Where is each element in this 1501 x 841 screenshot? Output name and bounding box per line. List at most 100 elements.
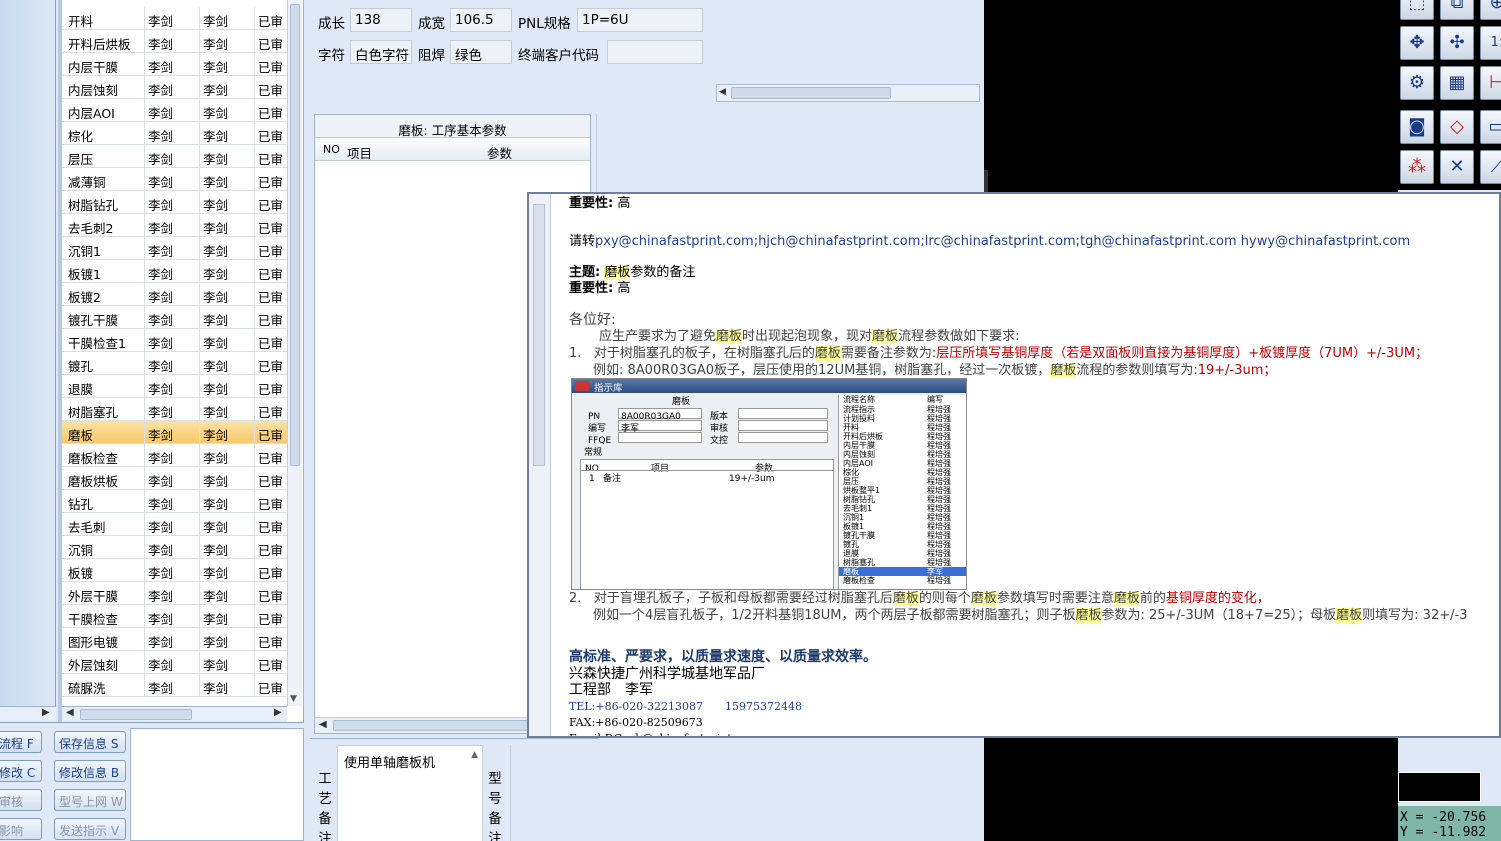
flow-button[interactable]: 流程 F — [0, 731, 42, 753]
process-row[interactable]: 层压 李剑 李剑 已审 — [62, 145, 288, 168]
column-divider — [254, 30, 255, 53]
settings-tool-icon[interactable]: ⚙ — [1400, 66, 1434, 100]
impact-button[interactable]: 影响 — [0, 818, 42, 840]
scroll-up-arrow-icon[interactable]: ▲ — [471, 750, 478, 760]
process-row[interactable]: 钻孔 李剑 李剑 已审 — [62, 490, 288, 513]
delete-tool-icon[interactable]: ✕ — [1440, 150, 1474, 184]
process-row[interactable]: 去毛刺2 李剑 李剑 已审 — [62, 214, 288, 237]
process-row[interactable]: 沉铜1 李剑 李剑 已审 — [62, 237, 288, 260]
node-tool-icon[interactable]: ⁂ — [1400, 150, 1434, 184]
process-row[interactable]: 镀孔 李剑 李剑 已审 — [62, 352, 288, 375]
scroll-right-arrow-icon[interactable]: ▶ — [42, 707, 50, 718]
process-row[interactable]: 棕化 李剑 李剑 已审 — [62, 122, 288, 145]
process-list-hscrollbar[interactable]: ◀ ▶ — [62, 706, 287, 722]
process-row[interactable]: 磨板检查 李剑 李剑 已审 — [62, 444, 288, 467]
embed-doc-field — [738, 432, 828, 443]
process-row[interactable]: 外层干膜 李剑 李剑 已审 — [62, 582, 288, 605]
process-row[interactable]: 磨板烘板 李剑 李剑 已审 — [62, 467, 288, 490]
process-row[interactable]: 树脂钻孔 李剑 李剑 已审 — [62, 191, 288, 214]
zoom-tool-icon[interactable]: ⊕ — [1480, 0, 1501, 20]
fit-view-icon[interactable]: ✥ — [1400, 26, 1434, 60]
process-list-vscrollbar[interactable]: ▼ — [287, 0, 302, 706]
measure-tool-icon[interactable]: ⊢ — [1480, 66, 1501, 100]
process-row[interactable]: 退膜 李剑 李剑 已审 — [62, 375, 288, 398]
process-row[interactable]: 干膜检查 李剑 李剑 已审 — [62, 605, 288, 628]
modify-button[interactable]: 修改 C — [0, 760, 42, 782]
scroll-thumb[interactable] — [80, 709, 192, 720]
grow-length-field[interactable]: 138 — [350, 8, 412, 32]
send-instruction-button[interactable]: 发送指示 V — [54, 818, 126, 840]
column-divider — [199, 145, 200, 168]
writer-cell: 李剑 — [148, 635, 174, 650]
pan-view-icon[interactable]: ✣ — [1440, 26, 1474, 60]
save-info-button[interactable]: 保存信息 S — [54, 731, 126, 753]
ruler-tool-icon[interactable]: ▭ — [1480, 110, 1501, 144]
process-row[interactable]: 开料 李剑 李剑 已审 — [62, 7, 288, 30]
audit-button[interactable]: 审核 — [0, 789, 42, 811]
writer-cell: 李剑 — [148, 336, 174, 351]
process-remark-input[interactable]: 使用单轴磨板机 ▲ — [337, 745, 483, 841]
subject-line: 主题: 磨板参数的备注 — [569, 265, 696, 280]
process-row[interactable]: 板镀2 李剑 李剑 已审 — [62, 283, 288, 306]
left-strip-scrollbar[interactable]: ▶ — [0, 706, 56, 722]
process-row[interactable]: 干膜检查1 李剑 李剑 已审 — [62, 329, 288, 352]
customer-code-field[interactable] — [607, 40, 703, 64]
process-row[interactable]: 内层干膜 李剑 李剑 已审 — [62, 53, 288, 76]
scroll-left-arrow-icon[interactable]: ◀ — [66, 707, 74, 718]
solder-mask-field[interactable]: 绿色 — [450, 40, 512, 64]
process-row[interactable]: 去毛刺 李剑 李剑 已审 — [62, 513, 288, 536]
process-row[interactable]: 图形电镀 李剑 李剑 已审 — [62, 628, 288, 651]
grow-length-label: 成长 — [318, 16, 345, 32]
column-divider — [144, 674, 145, 697]
column-divider — [144, 99, 145, 122]
model-online-button[interactable]: 型号上网 W — [54, 789, 126, 811]
modify-info-button[interactable]: 修改信息 B — [54, 760, 126, 782]
form-hscrollbar[interactable]: ◀ — [716, 84, 980, 102]
process-row[interactable]: 镀孔干膜 李剑 李剑 已审 — [62, 306, 288, 329]
process-name: 开料后烘板 — [68, 37, 131, 52]
scroll-thumb[interactable] — [533, 204, 545, 466]
scroll-thumb[interactable] — [290, 4, 300, 466]
recipients-links[interactable]: pxy@chinafastprint.com;hjch@chinafastpri… — [595, 234, 1410, 249]
signature-email[interactable]: Email:DGzub@chinafastprint.com — [569, 730, 758, 736]
model-remark-input[interactable] — [510, 745, 598, 841]
process-row[interactable]: 树脂塞孔 李剑 李剑 已审 — [62, 398, 288, 421]
auditor-cell: 李剑 — [203, 37, 229, 52]
scale-tool-icon[interactable]: 1: — [1480, 26, 1501, 60]
email-preview-window[interactable]: 重要性: 高 请转pxy@chinafastprint.com;hjch@chi… — [527, 192, 1501, 738]
edit-shape-icon[interactable]: ◇ — [1440, 110, 1474, 144]
move-tool-icon[interactable]: ⬚ — [1400, 0, 1434, 20]
cam-minimap[interactable] — [1398, 772, 1481, 802]
process-row[interactable]: 板镀 李剑 李剑 已审 — [62, 559, 288, 582]
character-field[interactable]: 白色字符 — [350, 40, 412, 64]
scroll-down-arrow-icon[interactable]: ▼ — [290, 694, 297, 704]
grid-tool-icon[interactable]: ▦ — [1440, 66, 1474, 100]
scroll-left-arrow-icon[interactable]: ◀ — [319, 719, 327, 730]
email-body: 重要性: 高 请转pxy@chinafastprint.com;hjch@chi… — [569, 194, 1499, 736]
process-row[interactable]: 外层蚀刻 李剑 李剑 已审 — [62, 651, 288, 674]
process-row[interactable]: 内层蚀刻 李剑 李剑 已审 — [62, 76, 288, 99]
process-row[interactable]: 沉铜 李剑 李剑 已审 — [62, 536, 288, 559]
column-divider — [199, 283, 200, 306]
process-row[interactable]: 磨板 李剑 李剑 已审 — [62, 421, 288, 444]
grow-width-field[interactable]: 106.5 — [450, 8, 512, 32]
line-tool-icon[interactable]: ⟋ — [1480, 150, 1501, 184]
auditor-cell: 李剑 — [203, 175, 229, 190]
auditor-cell: 李剑 — [203, 14, 229, 29]
scroll-left-arrow-icon[interactable]: ◀ — [719, 87, 726, 97]
process-row[interactable]: 内层AOI 李剑 李剑 已审 — [62, 99, 288, 122]
process-name: 树脂塞孔 — [68, 405, 119, 420]
scroll-thumb[interactable] — [731, 87, 891, 99]
pnl-spec-field[interactable]: 1P=6U — [577, 8, 703, 32]
process-row[interactable]: 硫脲洗 李剑 李剑 已审 — [62, 674, 288, 697]
process-row[interactable]: 减薄铜 李剑 李剑 已审 — [62, 168, 288, 191]
writer-cell: 李剑 — [148, 198, 174, 213]
scroll-right-arrow-icon[interactable]: ▶ — [274, 707, 282, 718]
process-row[interactable]: 板镀1 李剑 李剑 已审 — [62, 260, 288, 283]
snapshot-tool-icon[interactable]: ◙ — [1400, 110, 1434, 144]
process-list: 开料 李剑 李剑 已审 开料后烘板 李剑 李剑 已审 内层干膜 李剑 李剑 已审 内层蚀刻 李剑 李剑 已审内… — [58, 0, 304, 722]
process-row[interactable]: 开料后烘板 李剑 李剑 已审 — [62, 30, 288, 53]
status-cell: 已审 — [258, 635, 284, 650]
copy-tool-icon[interactable]: ⧉ — [1440, 0, 1474, 20]
email-scrollbar[interactable] — [529, 194, 551, 736]
